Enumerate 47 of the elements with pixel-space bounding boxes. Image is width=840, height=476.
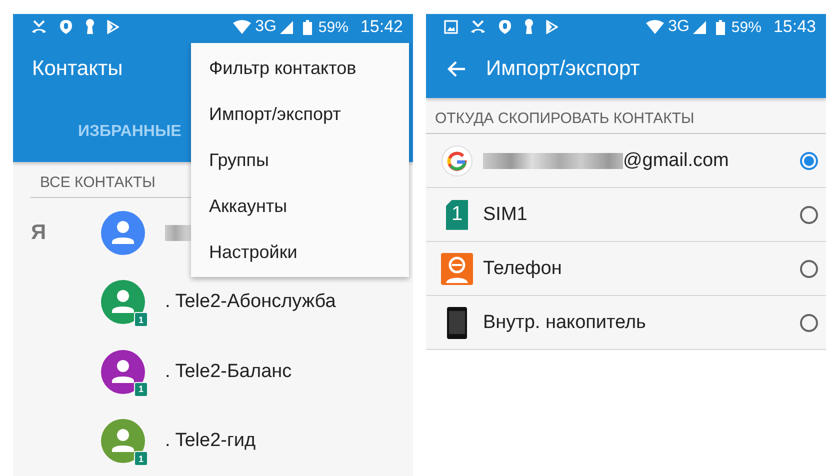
sim-icon: 1 xyxy=(446,200,468,230)
source-label: Внутр. накопитель xyxy=(483,312,646,334)
battery-level: 59% xyxy=(731,18,762,36)
signal-icon xyxy=(693,20,706,34)
image-icon xyxy=(444,20,458,34)
play-icon xyxy=(107,20,119,34)
shield-icon xyxy=(498,19,512,36)
source-label: SIM1 xyxy=(483,204,528,226)
source-label: @gmail.com xyxy=(623,150,729,172)
contact-name[interactable]: . Tele2-гид xyxy=(165,430,256,452)
wifi-icon xyxy=(646,20,664,34)
radio-button[interactable] xyxy=(800,152,818,170)
back-arrow-icon[interactable] xyxy=(446,60,466,78)
section-header: ОТКУДА СКОПИРОВАТЬ КОНТАКТЫ xyxy=(426,98,826,134)
phone-contact-icon xyxy=(441,252,473,285)
missed-call-icon xyxy=(31,20,47,34)
clock: 15:42 xyxy=(360,17,403,38)
app-title: Контакты xyxy=(32,56,123,81)
signal-icon xyxy=(280,20,294,34)
radio-button[interactable] xyxy=(800,260,818,278)
sim-badge: 1 xyxy=(134,312,148,328)
sim-badge: 1 xyxy=(134,382,148,397)
menu-item[interactable]: Фильтр контактов xyxy=(191,45,409,92)
contact-name[interactable]: . Tele2-Баланс xyxy=(165,360,292,383)
google-icon xyxy=(441,144,473,177)
menu-item[interactable]: Настройки xyxy=(191,229,409,276)
device-icon xyxy=(447,306,467,339)
radio-button[interactable] xyxy=(800,314,818,332)
network-type: 3G xyxy=(668,18,690,36)
shield-icon xyxy=(59,19,73,36)
keyhole-icon xyxy=(85,19,95,36)
sim-badge: 1 xyxy=(134,451,148,466)
contact-name[interactable]: . Tele2-Абонслужба xyxy=(165,291,336,314)
wifi-icon xyxy=(233,20,252,34)
radio-button[interactable] xyxy=(800,206,818,224)
battery-icon xyxy=(303,20,312,35)
play-icon xyxy=(546,20,558,34)
screen-title: Импорт/экспорт xyxy=(486,57,640,82)
index-letter: Я xyxy=(31,220,46,244)
keyhole-icon xyxy=(524,19,534,36)
menu-item[interactable]: Импорт/экспорт xyxy=(191,91,409,138)
battery-level: 59% xyxy=(318,18,348,36)
battery-icon xyxy=(716,20,726,35)
clock: 15:43 xyxy=(773,17,816,38)
missed-call-icon xyxy=(470,20,486,34)
source-label: Телефон xyxy=(483,258,562,280)
network-type: 3G xyxy=(255,18,276,36)
